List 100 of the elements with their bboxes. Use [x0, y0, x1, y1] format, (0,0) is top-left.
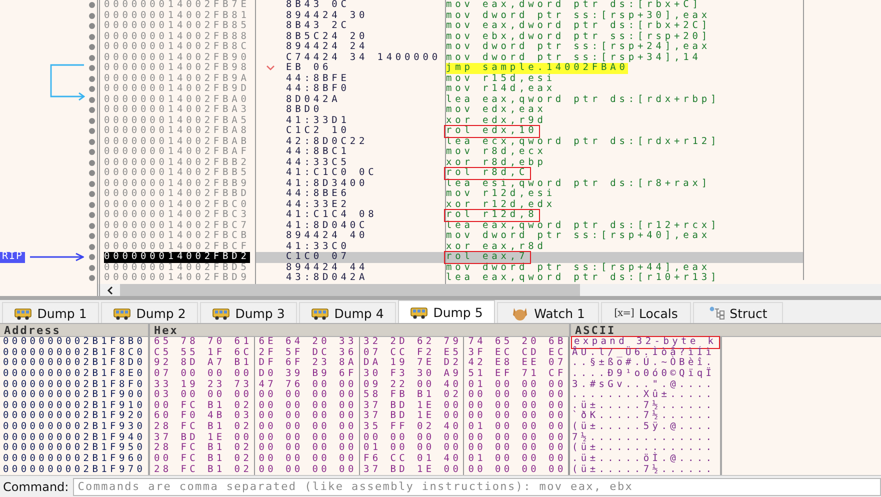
- hex-bytes: 00 FC B1 02: [150, 454, 255, 465]
- ascii-text: (ü±.....5ÿ.@....: [572, 422, 715, 432]
- column-header[interactable]: Address: [0, 324, 148, 337]
- instruction: rol r12d,8: [445, 210, 540, 220]
- tab[interactable]: Dump 5: [398, 300, 495, 323]
- breakpoint-dot[interactable]: [88, 54, 94, 61]
- tab[interactable]: Dump 2: [101, 302, 198, 323]
- address: 000000014002FB98: [104, 63, 250, 74]
- ascii-text: (ü±.....7½......: [572, 464, 715, 475]
- breakpoint-dot[interactable]: [88, 118, 94, 124]
- hex-bytes: C5 55 1F 6C: [150, 348, 255, 358]
- hex-bytes: 32 2D 62 79: [360, 337, 464, 348]
- instruction: rol eax,7: [445, 252, 530, 262]
- address: 000000014002FBCB: [104, 231, 250, 242]
- breakpoint-dot[interactable]: [88, 191, 94, 198]
- address: 000000014002FB81: [104, 10, 250, 21]
- breakpoint-dot[interactable]: [88, 128, 94, 134]
- opcode-bytes: 894424 44: [286, 262, 368, 272]
- opcode-bytes: 894424 40: [286, 230, 368, 241]
- address: 0000000002B1F920: [2, 411, 147, 422]
- column-header[interactable]: Hex: [148, 324, 569, 337]
- address: 000000014002FBBD: [104, 189, 250, 200]
- breakpoint-dot[interactable]: [88, 160, 94, 166]
- breakpoint-dot[interactable]: [88, 233, 94, 240]
- opcode-bytes: C1C0 07: [286, 251, 350, 262]
- opcode-bytes: 894424 30: [286, 10, 368, 20]
- breakpoint-dot[interactable]: [88, 65, 94, 72]
- breakpoint-dot[interactable]: [88, 96, 94, 103]
- breakpoint-dot[interactable]: [88, 23, 94, 30]
- opcode-bytes: 8D042A: [286, 94, 341, 104]
- breakpoint-dot[interactable]: [88, 170, 94, 176]
- column-header[interactable]: ASCII: [569, 324, 722, 337]
- scrollbar-thumb[interactable]: [120, 284, 580, 296]
- opcode-bytes: 44:8BE6: [286, 188, 350, 199]
- address: 0000000002B1F8D0: [2, 358, 147, 369]
- hex-bytes: 00 00 00 00: [464, 400, 569, 412]
- breakpoint-dot[interactable]: [88, 180, 94, 187]
- instruction: mov dword ptr ss:[rsp+40],eax: [446, 231, 710, 242]
- ascii-text: ........Xû±.....: [572, 390, 715, 400]
- tab[interactable]: Struct: [693, 302, 783, 323]
- instruction: rol edx,10: [445, 126, 540, 136]
- breakpoint-dot[interactable]: [88, 254, 94, 260]
- bus-icon: [312, 308, 329, 320]
- hex-bytes: 2F 5F DC 36: [254, 348, 360, 358]
- breakpoint-dot[interactable]: [88, 138, 94, 145]
- ascii-text: .ü±.....öÌ.@....: [572, 454, 715, 464]
- address: 0000000002B1F900: [2, 390, 147, 401]
- hex-bytes: 30 F3 30 A9: [360, 368, 464, 380]
- ascii-text: ÅU.l/_Ü6.Ìòå?ìÍì: [572, 348, 715, 358]
- breakpoint-dot[interactable]: [88, 202, 94, 208]
- opcode-bytes: 41:33C0: [286, 240, 350, 252]
- opcode-bytes: 44:33E2: [286, 198, 350, 210]
- instruction: mov edx,eax: [446, 105, 546, 116]
- hex-bytes: 00 00 00 00: [464, 390, 569, 401]
- animal-head-icon: [513, 308, 528, 320]
- tab[interactable]: Dump 1: [2, 302, 99, 323]
- tab[interactable]: Dump 4: [299, 302, 396, 323]
- tab[interactable]: Watch 1: [497, 302, 599, 323]
- instruction: xor edx,r9d: [446, 116, 546, 126]
- breakpoint-dot[interactable]: [88, 76, 94, 82]
- hex-bytes: 42 E8 EE 07: [464, 358, 569, 369]
- address: 000000014002FB9D: [104, 84, 250, 94]
- breakpoint-dot[interactable]: [88, 212, 94, 218]
- address: 000000014002FB8C: [104, 42, 250, 52]
- breakpoint-dot[interactable]: [88, 222, 94, 229]
- breakpoint-dot[interactable]: [88, 264, 94, 271]
- breakpoint-dot[interactable]: [88, 107, 94, 114]
- hex-bytes: 51 EF 71 CF: [464, 368, 569, 380]
- breakpoint-dot[interactable]: [88, 34, 94, 40]
- hex-bytes: 35 FF 02 40: [360, 422, 464, 433]
- breakpoint-dot[interactable]: [88, 149, 94, 156]
- instruction: lea eax,qword ptr ds:[r10+r13]: [446, 273, 720, 284]
- instruction: mov eax,dword ptr ds:[rbx+2C]: [446, 21, 710, 32]
- instruction: mov r8d,ecx: [446, 147, 546, 158]
- address: 0000000002B1F8F0: [2, 380, 147, 390]
- breakpoint-dot[interactable]: [88, 12, 94, 19]
- instruction: mov dword ptr ss:[rsp+34],14: [446, 52, 702, 62]
- tab[interactable]: Dump 3: [200, 302, 297, 323]
- address: 000000014002FB85: [104, 21, 250, 32]
- breakpoint-dot[interactable]: [88, 2, 94, 8]
- hex-bytes: 00 00 00 00: [254, 454, 360, 465]
- ascii-text: ..§±ßo#.Ú.~ÒBèî.: [572, 358, 715, 368]
- hex-bytes: 28 FC B1 02: [150, 443, 255, 454]
- hex-bytes: 07 00 00 00: [150, 368, 255, 380]
- breakpoint-dot[interactable]: [88, 86, 94, 92]
- variable-icon: [x=]: [614, 308, 634, 318]
- bus-icon: [14, 308, 32, 320]
- hex-bytes: 00 00 00 00: [254, 411, 360, 422]
- opcode-bytes: C74424 34 1400000: [286, 52, 442, 62]
- tab[interactable]: [x=] Locals: [601, 302, 691, 323]
- instruction: xor r8d,ebp: [446, 158, 546, 168]
- breakpoint-dot[interactable]: [88, 44, 94, 50]
- instruction: xor eax,r8d: [446, 242, 546, 252]
- address: 000000014002FBB9: [104, 178, 250, 189]
- breakpoint-dot[interactable]: [88, 275, 94, 282]
- scroll-left-icon[interactable]: [106, 286, 114, 294]
- hex-bytes: 60 F0 4B 03: [150, 411, 255, 422]
- command-input[interactable]: Commands are comma separated (like assembly instructions): mov eax, ebx: [72, 478, 881, 496]
- instruction: mov eax,dword ptr ds:[rbx+C]: [446, 0, 702, 10]
- breakpoint-dot[interactable]: [88, 244, 94, 250]
